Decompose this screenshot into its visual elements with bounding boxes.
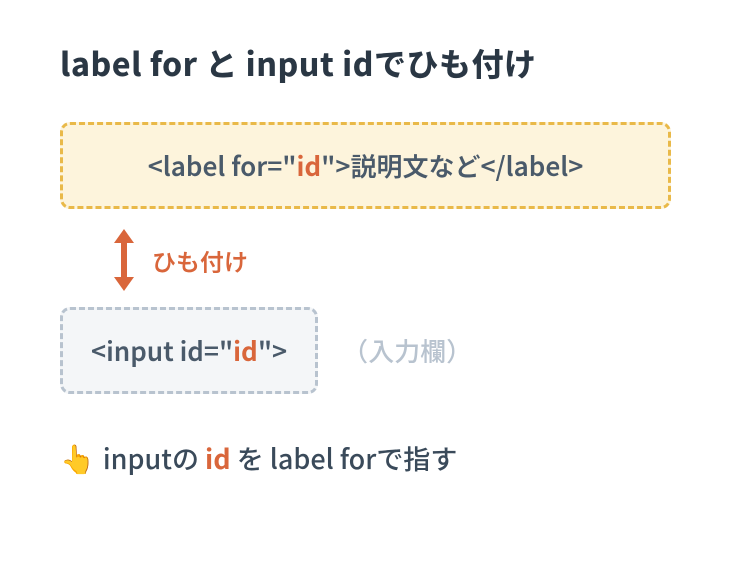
input-open-tag-start: <input id=" <box>91 332 233 369</box>
pointing-hand-icon: 👆 <box>60 444 95 472</box>
footer-before-id: inputの <box>103 438 205 477</box>
footer-after-id: を label forで指す <box>231 438 458 477</box>
link-label-text: ひも付け <box>152 243 248 278</box>
label-inner-text: 説明文など <box>350 147 480 184</box>
label-close-tag: </label> <box>480 147 583 184</box>
link-row: ひも付け <box>110 227 671 293</box>
label-open-tag-end: "> <box>321 147 350 184</box>
footer-note: 👆 inputの id を label forで指す <box>60 438 671 477</box>
diagram-title: label for と input idでひも付け <box>60 40 671 86</box>
input-code-box: <input id="id"> <box>60 307 318 394</box>
input-open-tag-end: "> <box>258 332 287 369</box>
footer-id-text: id <box>205 438 231 477</box>
input-placeholder-text: （入力欄） <box>342 332 472 369</box>
double-arrow-icon <box>110 227 138 293</box>
input-id-text: id <box>233 332 258 369</box>
label-id-text: id <box>297 147 322 184</box>
label-code-box: <label for="id">説明文など</label> <box>60 122 671 209</box>
label-open-tag-start: <label for=" <box>148 147 297 184</box>
input-row: <input id="id"> （入力欄） <box>60 307 671 394</box>
